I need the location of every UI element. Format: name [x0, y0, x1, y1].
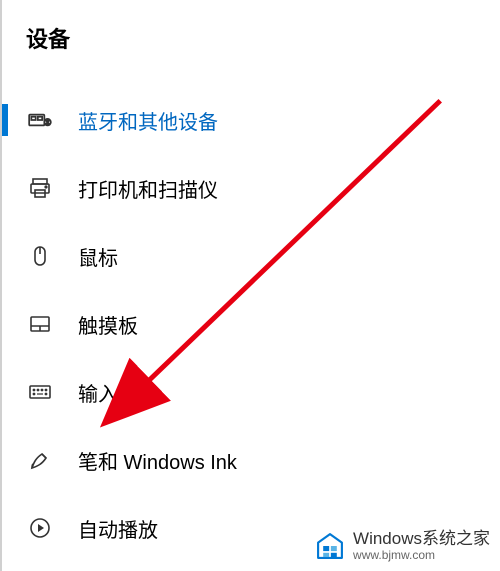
watermark-brand-b: 系统之家	[422, 529, 490, 548]
watermark: Windows系统之家 www.bjmw.com	[313, 529, 490, 563]
watermark-text: Windows系统之家 www.bjmw.com	[353, 530, 490, 562]
settings-devices-panel: 设备 蓝牙和其他设备	[0, 0, 500, 571]
nav-item-label: 笔和 Windows Ink	[78, 446, 237, 475]
printer-icon	[26, 174, 54, 202]
keyboard-icon	[26, 378, 54, 406]
nav-item-label: 蓝牙和其他设备	[78, 106, 218, 135]
nav-item-label: 触摸板	[78, 310, 138, 339]
watermark-logo-icon	[313, 529, 347, 563]
watermark-brand-a: Windows	[353, 529, 422, 548]
nav-item-label: 自动播放	[78, 514, 158, 543]
nav-item-label: 鼠标	[78, 242, 118, 271]
bluetooth-devices-icon	[26, 106, 54, 134]
touchpad-icon	[26, 310, 54, 338]
nav-list: 蓝牙和其他设备 打印机和扫描仪 鼠标	[2, 86, 500, 562]
page-title: 设备	[2, 0, 500, 62]
pen-icon	[26, 446, 54, 474]
watermark-url: www.bjmw.com	[353, 549, 490, 562]
nav-item-label: 打印机和扫描仪	[78, 174, 218, 203]
nav-item-typing[interactable]: 输入	[2, 358, 500, 426]
nav-item-label: 输入	[78, 378, 118, 407]
nav-item-mouse[interactable]: 鼠标	[2, 222, 500, 290]
nav-item-printers[interactable]: 打印机和扫描仪	[2, 154, 500, 222]
autoplay-icon	[26, 514, 54, 542]
nav-item-pen[interactable]: 笔和 Windows Ink	[2, 426, 500, 494]
nav-item-bluetooth[interactable]: 蓝牙和其他设备	[2, 86, 500, 154]
nav-item-touchpad[interactable]: 触摸板	[2, 290, 500, 358]
mouse-icon	[26, 242, 54, 270]
